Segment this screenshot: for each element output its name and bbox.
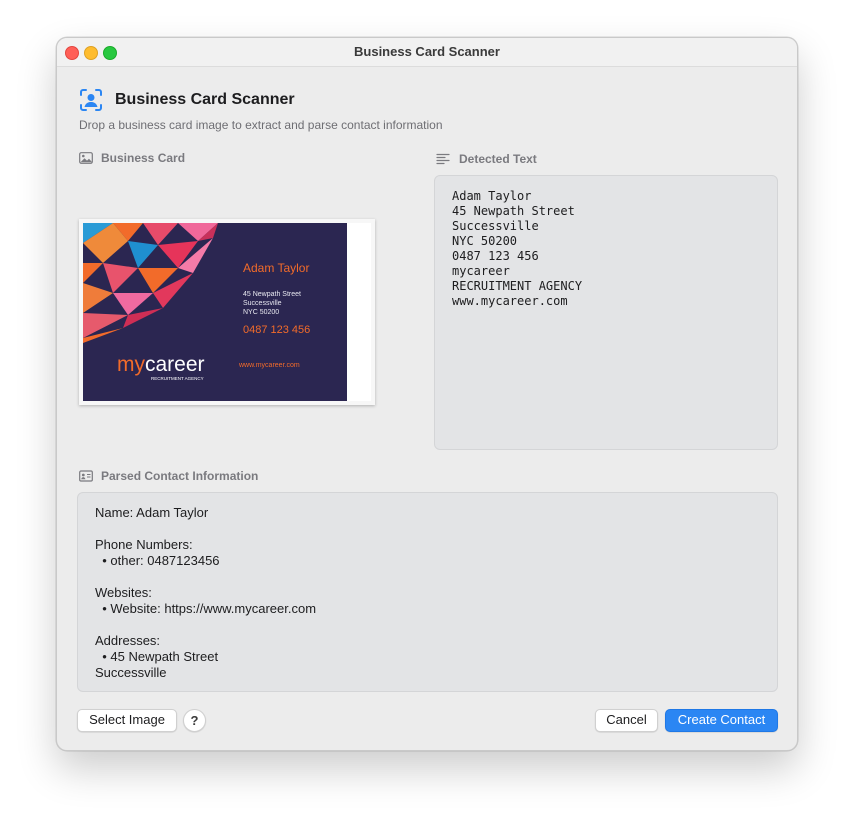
detected-text-line: 45 Newpath Street [452, 204, 575, 218]
detected-text-line: Adam Taylor [452, 189, 532, 203]
photo-icon [79, 152, 93, 164]
business-card-image: Adam Taylor 45 Newpath Street Successvil… [83, 223, 371, 401]
card-address-line: NYC 50200 [243, 309, 279, 316]
window-title: Business Card Scanner [354, 44, 500, 59]
business-card-section-label: Business Card [101, 151, 186, 165]
contact-card-icon [79, 470, 93, 482]
card-brand-my: my [117, 353, 145, 376]
website-item: • Website: https://www.mycareer.com [95, 601, 317, 616]
select-image-button[interactable]: Select Image [77, 709, 177, 732]
detected-text-line: RECRUITMENT AGENCY [452, 279, 583, 293]
business-card-drop-area[interactable]: Adam Taylor 45 Newpath Street Successvil… [79, 219, 375, 405]
detected-text-section-label: Detected Text [459, 152, 537, 166]
card-website: www.mycareer.com [238, 362, 300, 369]
title-bar[interactable]: Business Card Scanner [57, 38, 797, 67]
detected-text-line: Successville [452, 219, 539, 233]
page-title: Business Card Scanner [115, 91, 295, 108]
parsed-name: Name: Adam Taylor [95, 505, 209, 520]
phone-numbers-heading: Phone Numbers: [95, 537, 193, 552]
card-phone: 0487 123 456 [243, 324, 310, 336]
app-window: Business Card Scanner Business Card Scan… [56, 37, 798, 751]
parsed-contact-section-label: Parsed Contact Information [101, 469, 259, 483]
addresses-heading: Addresses: [95, 633, 161, 648]
detected-text-area[interactable]: Adam Taylor 45 Newpath Street Successvil… [434, 175, 778, 450]
page-subtitle: Drop a business card image to extract an… [79, 118, 443, 132]
card-name: Adam Taylor [243, 261, 309, 275]
card-brand-tagline: RECRUITMENT AGENCY [151, 376, 204, 381]
websites-heading: Websites: [95, 585, 152, 600]
detected-text-line: NYC 50200 [452, 234, 518, 248]
detected-text-line: 0487 123 456 [452, 249, 539, 263]
detected-text-line: www.mycareer.com [452, 294, 568, 308]
cancel-button[interactable]: Cancel [595, 709, 658, 732]
address-item: • 45 Newpath Street [95, 649, 219, 664]
person-viewfinder-icon [80, 89, 102, 111]
address-continuation: Successville [95, 665, 167, 680]
parsed-contact-area[interactable]: Name: Adam Taylor Phone Numbers: • other… [77, 492, 778, 692]
phone-number-item: • other: 0487123456 [95, 553, 220, 568]
card-brand-career: career [145, 353, 205, 376]
detected-text-line: mycareer [452, 264, 510, 278]
text-align-left-icon [436, 153, 450, 165]
card-address-line: Successville [243, 300, 282, 307]
card-address-line: 45 Newpath Street [243, 291, 301, 298]
create-contact-button[interactable]: Create Contact [665, 709, 778, 732]
help-button[interactable]: ? [183, 709, 206, 732]
